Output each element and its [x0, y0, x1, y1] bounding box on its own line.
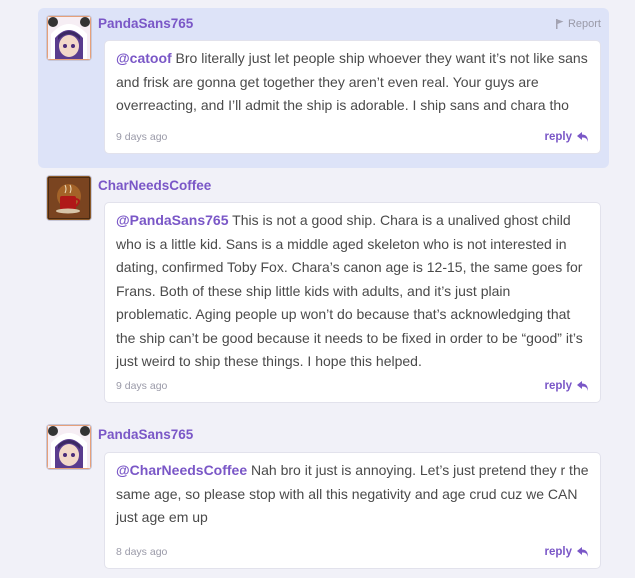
reply-arrow-icon	[577, 547, 588, 557]
avatar[interactable]	[47, 425, 91, 469]
timestamp: 9 days ago	[116, 380, 168, 392]
reply-label: reply	[544, 131, 573, 143]
comment-text: @CharNeedsCoffee Nah bro it just is anno…	[116, 459, 589, 530]
reply-label: reply	[544, 380, 573, 392]
flag-icon	[555, 19, 564, 29]
comment-body: @PandaSans765 This is not a good ship. C…	[104, 202, 601, 403]
reply-button[interactable]: reply	[545, 546, 590, 558]
username[interactable]: PandaSans765	[98, 16, 193, 31]
comment: PandaSans765 Report @catoof Bro literall…	[38, 8, 609, 168]
reply-label: reply	[544, 546, 573, 558]
username[interactable]: PandaSans765	[98, 427, 193, 442]
comment-message: This is not a good ship. Chara is a unal…	[116, 212, 583, 369]
report-label: Report	[567, 18, 601, 30]
comment-text: @catoof Bro literally just let people sh…	[116, 47, 589, 118]
comment-meta: 8 days ago reply	[116, 546, 589, 558]
comment-meta: 9 days ago reply	[116, 131, 589, 143]
comment-text: @PandaSans765 This is not a good ship. C…	[116, 209, 589, 374]
comment-meta: 9 days ago reply	[116, 380, 589, 392]
timestamp: 9 days ago	[116, 131, 168, 143]
username[interactable]: CharNeedsCoffee	[98, 178, 211, 193]
comment: CharNeedsCoffee @PandaSans765 This is no…	[38, 168, 609, 413]
reply-button[interactable]: reply	[545, 131, 590, 143]
reply-button[interactable]: reply	[545, 380, 590, 392]
avatar[interactable]	[47, 16, 91, 60]
mention-link[interactable]: @CharNeedsCoffee	[116, 462, 247, 478]
avatar[interactable]	[47, 176, 91, 220]
reply-arrow-icon	[577, 132, 588, 142]
comment-body: @catoof Bro literally just let people sh…	[104, 40, 601, 154]
reply-arrow-icon	[577, 381, 588, 391]
comment: PandaSans765 @CharNeedsCoffee Nah bro it…	[38, 415, 609, 575]
comment-message: Bro literally just let people ship whoev…	[116, 50, 588, 113]
timestamp: 8 days ago	[116, 546, 168, 558]
report-button[interactable]: Report	[555, 18, 601, 30]
mention-link[interactable]: @PandaSans765	[116, 212, 229, 228]
mention-link[interactable]: @catoof	[116, 50, 172, 66]
comment-body: @CharNeedsCoffee Nah bro it just is anno…	[104, 452, 601, 569]
